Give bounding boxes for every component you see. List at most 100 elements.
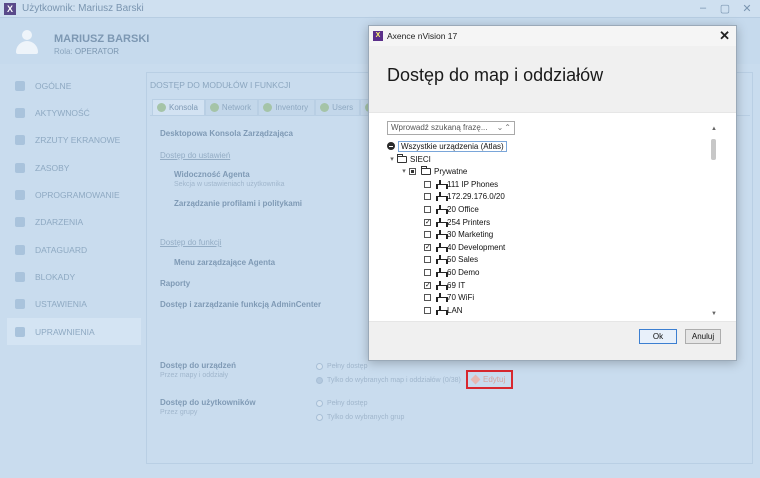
tab-label: Users <box>332 102 354 112</box>
sidebar-item-settings[interactable]: USTAWIENIA <box>7 290 141 317</box>
sidebar-item-label: BLOKADY <box>35 271 76 282</box>
tree-item-label: 172.29.176.0/20 <box>447 191 505 201</box>
devices-full-radio[interactable] <box>316 363 323 370</box>
sidebar-item-screenshots[interactable]: ZRZUTY EKRANOWE <box>7 126 141 153</box>
tree-scrollbar[interactable]: ▲ ▼ <box>711 126 717 317</box>
tab-inventory[interactable]: Inventory <box>258 99 316 115</box>
tree-item-network[interactable]: 172.29.176.0/20 <box>424 190 505 203</box>
devices-selected-radio[interactable] <box>316 377 323 384</box>
search-placeholder: Wprowadź szukaną frazę... <box>391 123 488 132</box>
dataguard-icon <box>15 244 25 255</box>
users-access-title: Dostęp do użytkowników <box>160 398 256 407</box>
tab-console[interactable]: Konsola <box>152 99 205 115</box>
check-icon <box>320 103 330 112</box>
tree-item-network[interactable]: 50 Sales <box>424 253 478 266</box>
dialog-heading: Dostęp do map i oddziałów <box>387 65 604 85</box>
tab-network[interactable]: Network <box>204 99 259 115</box>
sidebar-item-software[interactable]: OPROGRAMOWANIE <box>7 181 141 208</box>
profiles-label: Zarządzanie profilami i politykami <box>174 199 303 208</box>
tree-item-network[interactable]: 111 IP Phones <box>424 178 498 191</box>
sidebar-item-dataguard[interactable]: DATAGUARD <box>7 236 141 263</box>
tree-item-network[interactable]: ✓ 69 IT <box>424 279 465 292</box>
tree-item-network[interactable]: ✓ 254 Printers <box>424 216 490 229</box>
sidebar-item-blocks[interactable]: BLOKADY <box>7 263 141 290</box>
users-full-radio[interactable] <box>316 400 323 407</box>
tree-checkbox[interactable] <box>424 293 431 301</box>
maximize-icon[interactable]: ▢ <box>718 2 732 15</box>
check-icon <box>263 103 273 112</box>
cancel-button[interactable]: Anuluj <box>685 329 721 344</box>
tree-checkbox[interactable]: ✓ <box>424 243 431 251</box>
tree-item-network[interactable]: ✓ 40 Development <box>424 241 505 254</box>
collapse-arrow-icon[interactable]: ▾ <box>387 155 397 163</box>
devices-full-label: Pełny dostęp <box>327 363 368 370</box>
collapse-arrow-icon[interactable]: ▾ <box>399 167 409 175</box>
users-full-label: Pełny dostęp <box>327 400 368 407</box>
scroll-thumb[interactable] <box>711 139 716 160</box>
tree-item-label: 30 Marketing <box>447 229 494 239</box>
tree-checkbox[interactable]: ✓ <box>424 281 431 289</box>
tree-item-label: SIECI <box>410 154 431 164</box>
tree-item-network[interactable]: 30 Marketing <box>424 228 493 241</box>
permissions-icon <box>15 326 25 337</box>
dialog-titlebar: X Axence nVision 17 ✕ <box>369 26 736 46</box>
sidebar-item-label: DATAGUARD <box>35 244 88 255</box>
tree-item-label: 69 IT <box>447 280 466 290</box>
admincenter-label: Dostęp i zarządzanie funkcją AdminCenter <box>160 300 322 309</box>
tree-checkbox[interactable] <box>424 180 431 188</box>
tree-checkbox[interactable] <box>424 268 431 276</box>
ok-button[interactable]: Ok <box>639 329 677 344</box>
tree-checkbox[interactable]: ✓ <box>424 218 431 226</box>
close-icon[interactable]: ✕ <box>740 2 754 15</box>
users-access-sub: Przez grupy <box>160 409 198 416</box>
expand-collapse-chevrons-icon[interactable]: ⌄⌃ <box>497 122 512 134</box>
settings-access-link[interactable]: Dostęp do ustawień <box>160 151 230 160</box>
tree-item-all-devices[interactable]: Wszystkie urządzenia (Atlas) <box>387 140 507 153</box>
app-logo-icon: X <box>4 3 16 15</box>
tab-label: Network <box>221 102 252 112</box>
tree-item-label: 254 Printers <box>447 217 491 227</box>
dialog-window-title: Axence nVision 17 <box>387 31 458 41</box>
sidebar-item-events[interactable]: ZDARZENIA <box>7 208 141 235</box>
network-icon <box>436 205 448 215</box>
sidebar-item-general[interactable]: OGÓLNE <box>7 72 141 99</box>
network-icon <box>436 255 448 265</box>
dialog-logo-icon: X <box>373 31 383 41</box>
scroll-down-icon[interactable]: ▼ <box>711 311 717 317</box>
edit-devices-button[interactable]: Edytuj <box>466 370 513 389</box>
scroll-up-icon[interactable]: ▲ <box>711 126 717 132</box>
tree-item-private[interactable]: ▾ Prywatne <box>399 165 467 178</box>
sidebar-item-activity[interactable]: AKTYWNOŚĆ <box>7 99 141 126</box>
tree-checkbox[interactable] <box>424 306 431 314</box>
tree-item-label: Wszystkie urządzenia (Atlas) <box>398 140 507 152</box>
tree-item-network[interactable]: 20 Office <box>424 203 479 216</box>
app-window-title: Użytkownik: Mariusz Barski <box>22 3 144 14</box>
network-icon <box>436 192 448 202</box>
sidebar-item-label: UPRAWNIENIA <box>35 326 95 337</box>
dialog-close-icon[interactable]: ✕ <box>719 28 730 44</box>
sidebar-item-permissions[interactable]: UPRAWNIENIA <box>7 318 141 345</box>
functions-access-link[interactable]: Dostęp do funkcji <box>160 238 221 247</box>
tree-item-networks[interactable]: ▾ SIECI <box>387 153 431 166</box>
minimize-icon[interactable]: – <box>696 2 710 14</box>
tree-checkbox[interactable] <box>409 167 416 175</box>
search-input[interactable]: Wprowadź szukaną frazę... ⌄⌃ <box>387 121 515 135</box>
sidebar-item-label: AKTYWNOŚĆ <box>35 107 90 118</box>
tree-item-label: 60 Demo <box>447 267 480 277</box>
screenshot-icon <box>15 134 25 145</box>
sidebar-item-resources[interactable]: ZASOBY <box>7 154 141 181</box>
panel-heading: DOSTĘP DO MODUŁÓW I FUNKCJI <box>150 80 291 90</box>
tree-item-network[interactable]: 60 Demo <box>424 266 479 279</box>
tree-checkbox[interactable] <box>424 192 431 200</box>
tree-checkbox[interactable] <box>424 255 431 263</box>
tree-checkbox[interactable] <box>424 230 431 238</box>
tree-item-network[interactable]: 70 WiFi <box>424 291 474 304</box>
tree-checkbox[interactable] <box>424 205 431 213</box>
tab-users[interactable]: Users <box>315 99 361 115</box>
users-selected-radio[interactable] <box>316 414 323 421</box>
sidebar: OGÓLNE AKTYWNOŚĆ ZRZUTY EKRANOWE ZASOBY … <box>7 72 141 464</box>
devices-access-sub: Przez mapy i oddziały <box>160 372 229 379</box>
resources-icon <box>15 162 25 173</box>
tree-item-network[interactable]: LAN <box>424 304 463 315</box>
user-role: Rola: OPERATOR <box>54 47 119 56</box>
